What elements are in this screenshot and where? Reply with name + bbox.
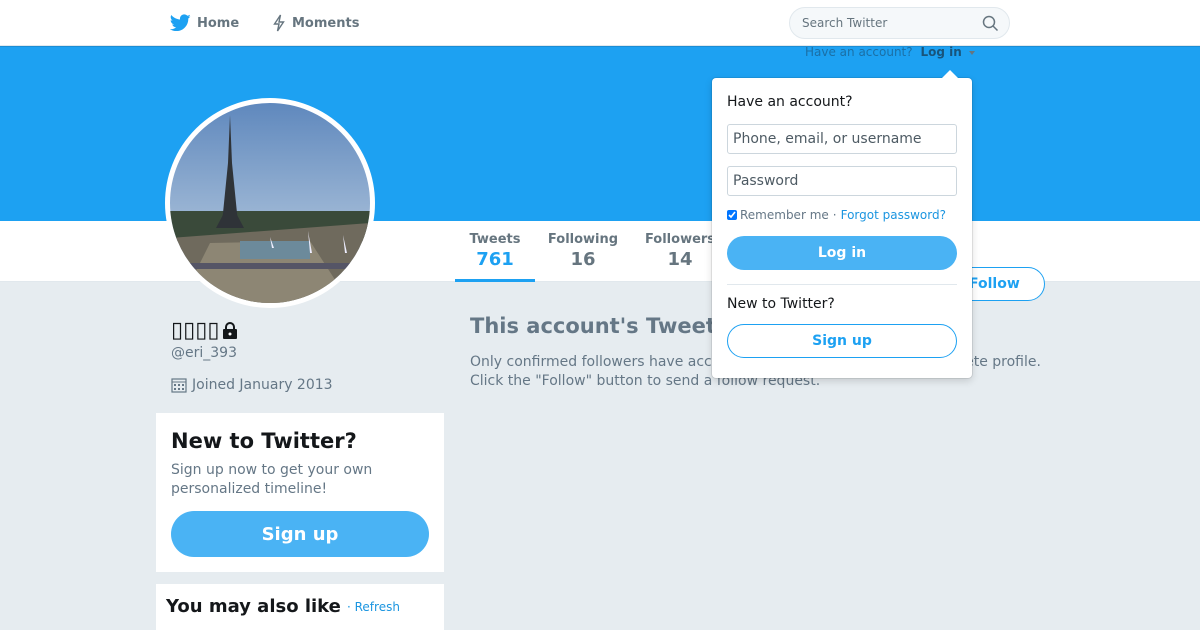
signup-button[interactable]: Sign up [727,324,957,358]
have-account-text: Have an account? [805,45,913,59]
stat-label: Tweets [469,232,521,247]
avatar[interactable] [165,98,375,308]
header-login-link[interactable]: Log in [920,45,961,59]
login-dropdown-title: Have an account? [727,94,853,110]
nav-moments-label: Moments [292,15,360,31]
stat-label: Followers [644,232,716,247]
caret-down-icon [968,50,975,55]
stat-value: 14 [667,249,693,270]
nav-home-label: Home [197,15,240,31]
separator-dot: · [832,208,837,222]
remember-row: Remember me · Forgot password? [727,208,946,222]
username-field[interactable] [727,124,957,154]
lightning-icon [272,14,286,32]
signup-card-button[interactable]: Sign up [171,511,429,557]
forgot-password-link[interactable]: Forgot password? [841,208,946,222]
new-to-twitter-label: New to Twitter? [727,296,835,312]
eiffel-tower-photo [170,103,370,303]
stat-label: Following [547,232,619,247]
lock-icon [221,321,239,340]
stat-value: 761 [476,249,514,270]
remember-me-label[interactable]: Remember me [740,208,829,222]
login-dropdown: Have an account? Remember me · Forgot pa… [712,70,972,378]
search-input[interactable] [802,8,977,38]
signup-card-text: Sign up now to get your own personalized… [171,462,373,497]
stat-following[interactable]: Following 16 [543,232,623,270]
stat-value: 16 [570,249,596,270]
who-to-follow-card: You may also like · Refresh [156,584,444,630]
stat-followers[interactable]: Followers 14 [640,232,720,270]
nav-home[interactable]: Home [170,0,239,46]
calendar-icon [171,377,187,393]
header-login-toggle[interactable]: Have an account? Log in [805,45,975,59]
twitter-bird-icon [170,14,191,32]
search-icon[interactable] [982,15,999,36]
login-button[interactable]: Log in [727,236,957,270]
joined-date: Joined January 2013 [171,377,333,393]
password-field[interactable] [727,166,957,196]
top-nav-bar: Home Moments [0,0,1200,46]
stat-tweets[interactable]: Tweets 761 [455,232,535,282]
remember-me-checkbox[interactable] [727,210,737,220]
search-box [789,7,1010,39]
refresh-link[interactable]: · Refresh [347,600,400,614]
display-name: ▯▯▯▯ [171,318,239,343]
display-name-text: ▯▯▯▯ [171,318,220,343]
user-handle: @eri_393 [171,345,237,361]
nav-moments[interactable]: Moments [272,0,359,46]
divider [727,284,957,285]
signup-card: New to Twitter? Sign up now to get your … [156,413,444,572]
joined-text: Joined January 2013 [192,377,333,393]
signup-card-title: New to Twitter? [171,429,357,453]
who-to-follow-title: You may also like [166,596,341,617]
